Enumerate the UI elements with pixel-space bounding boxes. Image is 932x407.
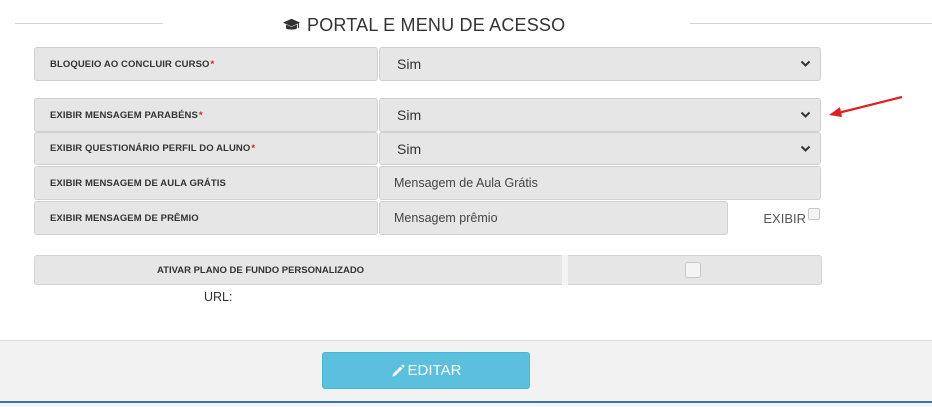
select-value: Sim (397, 56, 422, 72)
aula-gratis-input[interactable]: Mensagem de Aula Grátis (379, 166, 821, 200)
select-value: Sim (397, 107, 422, 123)
chevron-down-icon (800, 111, 811, 118)
background-checkbox[interactable] (685, 262, 701, 278)
field-label-premio: EXIBIR MENSAGEM DE PRÊMIO (34, 201, 378, 235)
background-row (34, 255, 822, 285)
exibir-checkbox[interactable] (808, 208, 820, 220)
title-divider-right (690, 23, 932, 24)
field-label-text: EXIBIR QUESTIONÁRIO PERFIL DO ALUNO (50, 143, 251, 154)
background-row-separator (562, 255, 568, 285)
questionario-select[interactable]: Sim (379, 132, 821, 165)
bottom-border-line (0, 401, 932, 403)
edit-button-label: EDITAR (407, 362, 462, 379)
field-label-parabens: EXIBIR MENSAGEM PARABÉNS * (34, 98, 378, 132)
section-title: PORTAL E MENU DE ACESSO (282, 13, 565, 37)
pencil-icon (392, 364, 405, 376)
red-arrow-annotation (829, 95, 903, 117)
chevron-down-icon (800, 60, 811, 67)
required-mark: * (198, 109, 203, 121)
section-title-text: PORTAL E MENU DE ACESSO (307, 14, 566, 35)
exibir-premio-toggle[interactable]: EXIBIR (733, 201, 821, 235)
background-label: ATIVAR PLANO DE FUNDO PERSONALIZADO (157, 265, 365, 276)
field-label-aula-gratis: EXIBIR MENSAGEM DE AULA GRÁTIS (34, 166, 378, 200)
field-label-questionario: EXIBIR QUESTIONÁRIO PERFIL DO ALUNO * (34, 132, 378, 165)
url-label: URL: (204, 290, 233, 304)
portal-menu-panel: PORTAL E MENU DE ACESSO BLOQUEIO AO CONC… (0, 0, 932, 407)
input-value: Mensagem prêmio (394, 211, 498, 225)
url-row (190, 285, 580, 311)
required-mark: * (251, 143, 256, 154)
title-divider-left (15, 23, 163, 24)
required-mark: * (210, 58, 215, 70)
edit-button[interactable]: EDITAR (322, 352, 530, 389)
bloqueio-select[interactable]: Sim (379, 47, 821, 81)
field-label-text: BLOQUEIO AO CONCLUIR CURSO (50, 58, 210, 70)
field-label-text: EXIBIR MENSAGEM DE AULA GRÁTIS (50, 177, 226, 189)
exibir-label: EXIBIR (763, 210, 806, 226)
chevron-down-icon (800, 145, 811, 152)
select-value: Sim (397, 140, 422, 157)
parabens-select[interactable]: Sim (379, 98, 821, 132)
graduation-cap-icon (282, 18, 301, 32)
field-label-text: EXIBIR MENSAGEM DE PRÊMIO (50, 212, 199, 224)
premio-input[interactable]: Mensagem prêmio (379, 201, 728, 235)
input-value: Mensagem de Aula Grátis (394, 176, 538, 190)
field-label-text: EXIBIR MENSAGEM PARABÉNS (50, 109, 198, 121)
field-label-bloqueio: BLOQUEIO AO CONCLUIR CURSO * (34, 47, 378, 81)
